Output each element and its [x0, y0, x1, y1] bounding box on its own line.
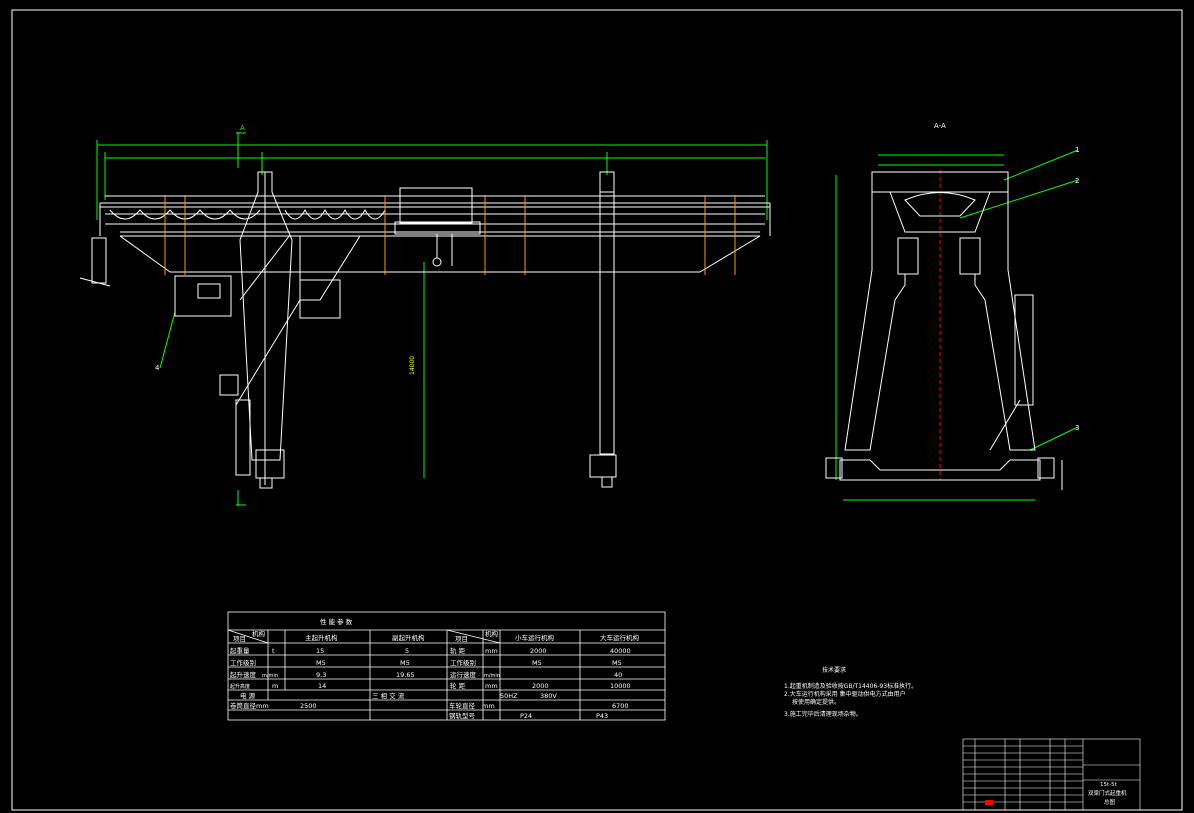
callout-4: 4 [155, 364, 160, 372]
power-value: 三 相 交 流 [372, 691, 405, 700]
notes-title: 技术要求 [822, 666, 846, 674]
title-name: 双梁门式起重机 [1088, 789, 1127, 797]
notes-item-3: 按使用确定提供。 [792, 698, 840, 706]
technical-notes: 技术要求 1.起重机制造及验收按GB/T14406-93标准执行。 2.大车运行… [784, 666, 917, 718]
row2-crane: M5 [612, 659, 622, 667]
height-dimension-label: 14000 [409, 356, 416, 375]
row4-unit2: mm [485, 682, 498, 690]
row2-label: 工作级别 [230, 658, 256, 667]
notes-item-1: 1.起重机制造及验收按GB/T14406-93标准执行。 [784, 682, 917, 690]
notes-item-4: 3.施工完毕后清理现场杂物。 [784, 710, 862, 718]
wheel-dia-value: 6700 [612, 702, 629, 710]
callout-3: 3 [1075, 424, 1079, 432]
row2-aux: M5 [400, 659, 410, 667]
rail-label: 钢轨型号 [449, 711, 476, 720]
drum-dia-label: 卷筒直径 [230, 701, 257, 710]
wheel-dia-unit: mm [482, 702, 495, 710]
row3-crane: 40 [614, 671, 622, 679]
row1-crane: 40000 [610, 647, 631, 655]
hdr-crane: 大车运行机构 [600, 633, 640, 642]
notes-item-2: 2.大车运行机构采用 集中驱动供电方式由用户 [784, 690, 906, 698]
row1-label2: 轨 距 [450, 646, 466, 655]
row1-trolley: 2000 [530, 647, 547, 655]
row4-label: 起升高度 [230, 683, 250, 690]
cad-drawing-canvas: A A-A 14000 1 2 3 4 性 能 参 数 项目 机构 主起升机构 … [0, 0, 1194, 813]
parameter-table: 性 能 参 数 项目 机构 主起升机构 副起升机构 项目 机构 小车运行机构 大… [227, 611, 666, 721]
title-spec: 15t-5t [1100, 782, 1118, 788]
row3-label: 起升速度 [230, 670, 257, 679]
title-block: 15t-5t 双梁门式起重机 总图 [962, 738, 1141, 811]
hdr-mech2: 机构 [485, 629, 499, 638]
hdr-trolley: 小车运行机构 [515, 633, 555, 642]
row3-unit: m/min [262, 673, 278, 679]
section-marker-right: A-A [934, 122, 946, 130]
side-elevation-view [825, 149, 1079, 501]
row4-trolley: 2000 [532, 682, 549, 690]
param-table-title: 性 能 参 数 [320, 617, 353, 626]
power-hz: 50HZ [500, 692, 518, 700]
callout-2: 2 [1075, 177, 1079, 185]
hdr-item2: 项目 [455, 635, 468, 643]
wheel-dia-label: 车轮直径 [449, 701, 476, 710]
gantry-crane-drawing: A A-A 14000 1 2 3 4 性 能 参 数 项目 机构 主起升机构 … [11, 9, 1183, 811]
row1-label: 起重量 [230, 647, 250, 655]
power-volt: 380V [540, 692, 557, 700]
row3-label2: 运行速度 [450, 670, 477, 679]
row1-unit: t [272, 647, 275, 655]
row4-label2: 轮 距 [450, 681, 466, 690]
hdr-aux-hoist: 副起升机构 [392, 633, 425, 642]
row4-unit: m [272, 682, 278, 690]
row3-unit2: m/min [484, 673, 500, 679]
row1-unit2: mm [485, 647, 498, 655]
callout-1: 1 [1075, 146, 1079, 154]
hdr-item: 项目 [233, 635, 246, 643]
row4-crane: 10000 [610, 682, 631, 690]
section-marker-left: A [240, 124, 245, 132]
row3-main: 9.3 [316, 671, 326, 679]
rail-trolley: P24 [520, 712, 532, 720]
drum-dia-value: 2500 [300, 702, 317, 710]
power-label: 电 源 [240, 691, 256, 700]
row4-main: 14 [318, 682, 326, 690]
row2-label2: 工作级别 [450, 658, 476, 667]
hdr-mech: 机构 [252, 629, 266, 638]
row2-main: M5 [316, 659, 326, 667]
row1-main: 15 [316, 647, 324, 655]
hdr-main-hoist: 主起升机构 [305, 633, 338, 642]
row3-aux: 19.65 [396, 671, 415, 679]
rail-crane: P43 [596, 712, 608, 720]
row1-aux: 5 [405, 647, 409, 655]
drum-dia-unit: mm [256, 702, 269, 710]
front-elevation-view [79, 132, 771, 506]
title-drawing-type: 总图 [1104, 798, 1116, 806]
row2-trolley: M5 [532, 659, 542, 667]
